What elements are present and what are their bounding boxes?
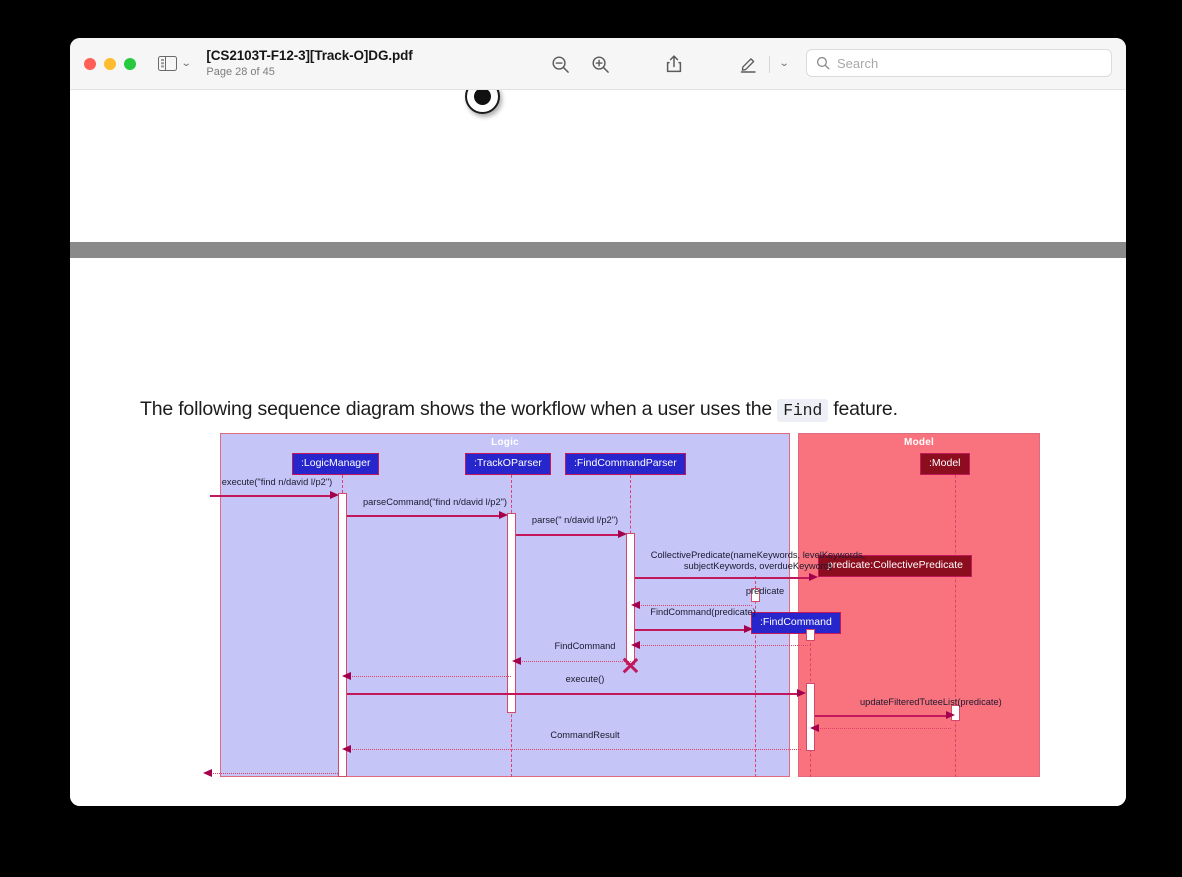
title-bar: ⌄ [CS2103T-F12-3][Track-O]DG.pdf Page 28… <box>70 38 1126 90</box>
partition-logic-title: Logic <box>491 437 519 448</box>
lifeline-model <box>955 475 956 777</box>
message-arrow-final-return <box>210 773 338 774</box>
message-arrow-execute <box>210 495 332 497</box>
pdf-page-previous <box>70 90 1126 242</box>
paragraph-intro: The following sequence diagram shows the… <box>140 398 898 422</box>
activation-logicmanager <box>338 493 347 777</box>
markup-button[interactable] <box>728 49 768 79</box>
message-arrow-parsecommand-return <box>349 676 511 677</box>
preview-window: ⌄ [CS2103T-F12-3][Track-O]DG.pdf Page 28… <box>70 38 1126 806</box>
chevron-down-icon: ⌄ <box>778 58 790 69</box>
arrowhead-commandresult <box>342 745 351 753</box>
destroy-marker-findcommandparser <box>622 657 639 674</box>
message-label-findcommand-return: FindCommand <box>554 641 616 651</box>
paragraph-text-after: feature. <box>833 398 898 420</box>
arrowhead-final-return <box>203 769 212 777</box>
toolbar-divider <box>769 55 770 73</box>
message-arrow-model-return <box>817 728 951 729</box>
arrowhead-collectivepredicate <box>809 573 818 581</box>
sidebar-icon <box>158 55 177 72</box>
pdf-page-current: The following sequence diagram shows the… <box>70 258 1126 806</box>
message-label-parse: parse(" n/david l/p2") <box>531 515 619 525</box>
search-icon <box>816 56 830 70</box>
arrowhead-parsecommand <box>499 511 508 519</box>
participant-findcommandparser[interactable]: :FindCommandParser <box>565 453 686 475</box>
message-arrow-parsecommand <box>347 515 501 517</box>
close-button[interactable] <box>84 57 96 70</box>
uml-final-node-icon <box>465 90 503 114</box>
message-label-collectivepredicate: CollectivePredicate(nameKeywords, levelK… <box>650 550 866 572</box>
zoom-in-button[interactable] <box>580 49 620 79</box>
search-field[interactable]: Search <box>806 49 1112 77</box>
arrowhead-model-return <box>810 724 819 732</box>
message-label-commandresult: CommandResult <box>550 730 620 740</box>
message-label-predicate: predicate <box>745 586 785 596</box>
message-label-execute-command: execute() <box>565 674 605 684</box>
arrowhead-updatefilteredtuteelist <box>946 711 955 719</box>
arrowhead-execute-command <box>797 689 806 697</box>
activation-findcommand-create <box>806 629 815 641</box>
sidebar-toggle-button[interactable]: ⌄ <box>158 55 192 72</box>
arrowhead-findcommand-return <box>512 657 521 665</box>
message-arrow-updatefilteredtuteelist <box>815 715 949 717</box>
sequence-diagram: Logic Model :LogicManager :TrackOParser … <box>203 433 1040 777</box>
markup-pen-icon <box>740 58 756 73</box>
document-info: [CS2103T-F12-3][Track-O]DG.pdf Page 28 o… <box>206 48 412 79</box>
page-indicator: Page 28 of 45 <box>206 65 275 78</box>
message-label-parsecommand: parseCommand("find n/david l/p2") <box>362 497 508 507</box>
zoom-out-icon <box>551 55 569 73</box>
arrowhead-findcommand-create <box>744 625 753 633</box>
message-arrow-findcommand-created-return <box>638 645 808 646</box>
activation-trackoparser <box>507 513 516 713</box>
message-label-updatefilteredtuteelist: updateFilteredTuteeList(predicate) <box>860 697 1002 707</box>
message-arrow-parse <box>516 534 620 536</box>
zoom-in-icon <box>591 55 609 73</box>
message-label-execute: execute("find n/david l/p2") <box>221 477 333 487</box>
arrowhead-execute <box>330 491 339 499</box>
message-arrow-commandresult <box>349 749 801 750</box>
participant-trackoparser[interactable]: :TrackOParser <box>465 453 551 475</box>
search-placeholder: Search <box>837 55 879 71</box>
paragraph-text-before: The following sequence diagram shows the… <box>140 398 773 420</box>
page-separator <box>70 242 1126 258</box>
partition-model-title: Model <box>904 437 934 448</box>
markup-options-button[interactable]: ⌄ <box>771 49 797 79</box>
message-arrow-findcommand-create <box>635 629 747 631</box>
document-title: [CS2103T-F12-3][Track-O]DG.pdf <box>206 48 413 64</box>
zoom-out-button[interactable] <box>540 49 580 79</box>
message-arrow-execute-command <box>347 693 799 695</box>
arrowhead-parsecommand-return <box>342 672 351 680</box>
message-arrow-findcommand-return <box>519 661 631 662</box>
chevron-down-icon: ⌄ <box>180 57 192 69</box>
screen: ⌄ [CS2103T-F12-3][Track-O]DG.pdf Page 28… <box>0 0 1182 877</box>
minimize-button[interactable] <box>104 57 116 70</box>
inline-code-find: Find <box>777 399 829 422</box>
document-scroll-area[interactable]: The following sequence diagram shows the… <box>70 90 1126 806</box>
partition-model: Model <box>798 433 1040 777</box>
message-arrow-predicate <box>638 605 752 606</box>
share-button[interactable] <box>654 49 694 79</box>
participant-model[interactable]: :Model <box>920 453 970 475</box>
message-arrow-collectivepredicate <box>635 577 812 579</box>
participant-logicmanager[interactable]: :LogicManager <box>292 453 380 475</box>
window-controls <box>84 57 136 70</box>
maximize-button[interactable] <box>124 57 136 70</box>
activation-findcommand-exec <box>806 683 815 751</box>
arrowhead-parse <box>618 530 627 538</box>
share-icon <box>666 55 682 73</box>
message-label-findcommand-create: FindCommand(predicate) <box>650 607 756 617</box>
